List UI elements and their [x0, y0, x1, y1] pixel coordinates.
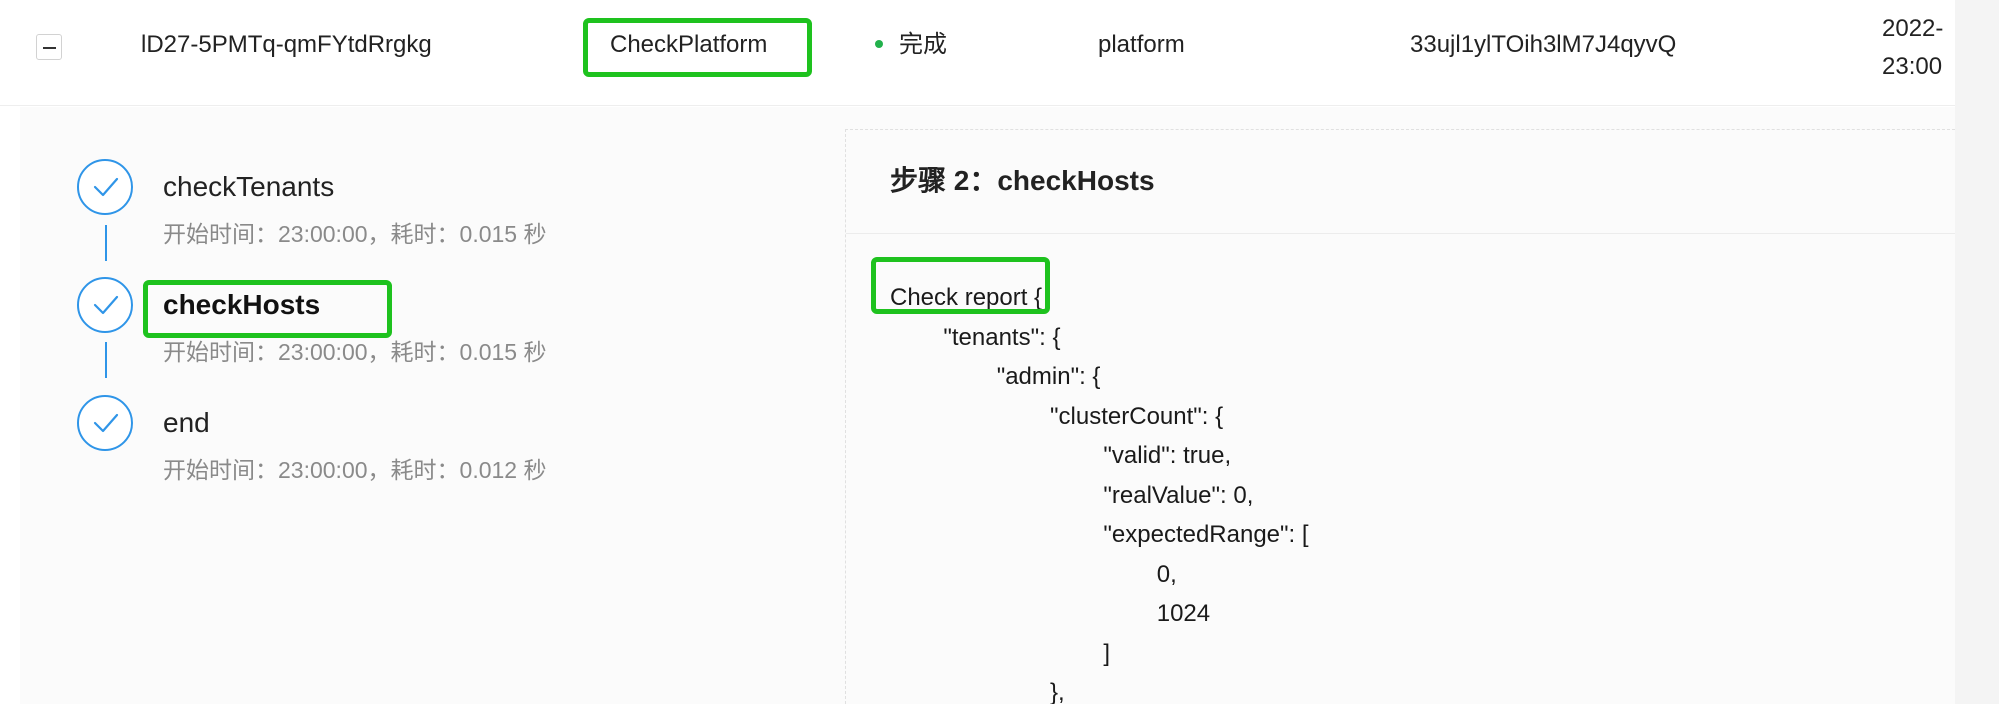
status-text: 完成 [899, 31, 947, 58]
task-time: 2022- 23:00 [1882, 10, 1943, 86]
task-hash: 33ujl1ylTOih3lM7J4qyvQ [1410, 31, 1677, 58]
check-icon [93, 177, 119, 197]
task-row[interactable]: lD27-5PMTq-qmFYtdRrgkg CheckPlatform 完成 … [0, 0, 1955, 106]
task-time-clock: 23:00 [1882, 53, 1943, 80]
page: lD27-5PMTq-qmFYtdRrgkg CheckPlatform 完成 … [0, 0, 1999, 704]
step-meta-end: 开始时间：23:00:00，耗时：0.012 秒 [163, 457, 547, 483]
check-report: Check report { "tenants": { "admin": { "… [890, 278, 1309, 704]
step-title-checkTenants[interactable]: checkTenants [163, 170, 334, 204]
step-connector [105, 342, 107, 378]
step-meta-checkHosts: 开始时间：23:00:00，耗时：0.015 秒 [163, 339, 547, 365]
task-type: CheckPlatform [610, 31, 768, 58]
scrollbar-track[interactable] [1955, 0, 1999, 704]
status-badge: 完成 [875, 30, 947, 60]
step-status-checkHosts [77, 277, 133, 333]
status-dot-icon [875, 39, 883, 48]
step-title-checkHosts[interactable]: checkHosts [163, 288, 320, 322]
check-icon [93, 413, 119, 433]
check-report-label: Check report [890, 284, 1028, 311]
step-connector [105, 225, 107, 261]
step-detail-title: 步骤 2：checkHosts [890, 165, 1155, 196]
check-report-body: { "tenants": { "admin": { "clusterCount"… [943, 284, 1309, 704]
collapse-button[interactable] [36, 34, 62, 60]
task-kind: platform [1098, 31, 1185, 58]
task-time-date: 2022- [1882, 15, 1944, 42]
step-detail-header: 步骤 2：checkHosts [846, 130, 1955, 234]
check-icon [93, 295, 119, 315]
step-detail-card: 步骤 2：checkHosts Check report { "tenants"… [845, 129, 1955, 704]
step-status-checkTenants [77, 159, 133, 215]
step-title-end[interactable]: end [163, 406, 210, 440]
task-id: lD27-5PMTq-qmFYtdRrgkg [141, 31, 432, 58]
step-status-end [77, 395, 133, 451]
step-meta-checkTenants: 开始时间：23:00:00，耗时：0.015 秒 [163, 221, 547, 247]
